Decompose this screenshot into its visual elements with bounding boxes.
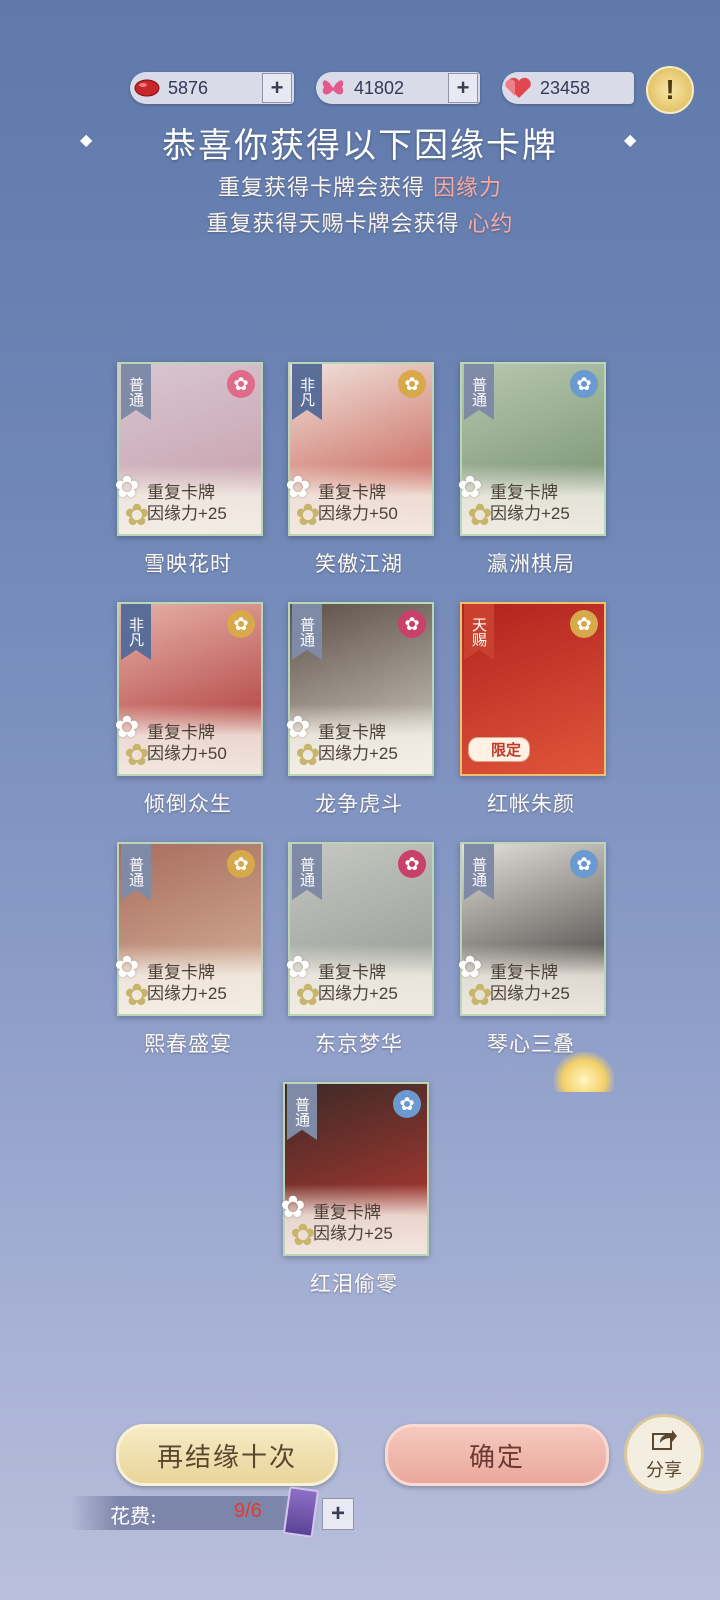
- subtitle-line-1: 重复获得卡牌会获得 因缘力: [217, 176, 503, 201]
- card-emblem-icon: ✿: [227, 370, 255, 398]
- card-name: 熙春盛宴: [144, 1032, 232, 1056]
- duplicate-info: 重复卡牌因缘力+25: [313, 1202, 393, 1244]
- duplicate-reward: 因缘力+25: [147, 504, 227, 523]
- duplicate-info: 重复卡牌因缘力+25: [318, 722, 398, 764]
- duplicate-info: 重复卡牌因缘力+50: [318, 482, 398, 524]
- duplicate-label: 重复卡牌: [147, 963, 215, 982]
- duplicate-label: 重复卡牌: [318, 483, 386, 502]
- gold-flower-icon: ✿: [295, 978, 321, 1013]
- duplicate-reward: 因缘力+25: [490, 504, 570, 523]
- card-emblem-icon: ✿: [398, 370, 426, 398]
- duplicate-reward: 因缘力+50: [318, 504, 398, 523]
- currency-red-gem: 5876 +: [130, 72, 294, 104]
- currency-value: 5876: [168, 77, 209, 98]
- duplicate-reward: 因缘力+25: [318, 984, 398, 1003]
- currency-heart: 23458: [502, 72, 634, 104]
- card-emblem-icon: ✿: [227, 610, 255, 638]
- gold-flower-icon: ✿: [124, 978, 150, 1013]
- add-currency-button[interactable]: +: [262, 73, 292, 103]
- share-icon: [650, 1427, 678, 1456]
- duplicate-reward: 因缘力+25: [318, 744, 398, 763]
- duplicate-info: 重复卡牌因缘力+50: [147, 722, 227, 764]
- duplicate-label: 重复卡牌: [490, 963, 558, 982]
- confirm-button[interactable]: 确定: [385, 1424, 609, 1486]
- card-name: 龙争虎斗: [315, 792, 403, 816]
- limited-tag: 限定: [468, 737, 531, 762]
- duplicate-info: 重复卡牌因缘力+25: [318, 962, 398, 1004]
- card-emblem-icon: ✿: [398, 850, 426, 878]
- cost-value: 9/6: [234, 1500, 262, 1522]
- gold-flower-icon: ✿: [124, 738, 150, 773]
- share-button[interactable]: 分享: [624, 1414, 704, 1494]
- currency-value: 23458: [540, 77, 591, 98]
- duplicate-label: 重复卡牌: [147, 483, 215, 502]
- info-button[interactable]: !: [646, 66, 694, 114]
- card-name: 红帐朱颜: [487, 792, 575, 816]
- card-emblem-icon: ✿: [398, 610, 426, 638]
- lotus-lantern-icon: [554, 1052, 614, 1092]
- card-name: 雪映花时: [144, 552, 232, 576]
- add-ticket-button[interactable]: +: [322, 1498, 354, 1530]
- card-name: 东京梦华: [315, 1032, 403, 1056]
- card-emblem-icon: ✿: [570, 370, 598, 398]
- duplicate-info: 重复卡牌因缘力+25: [490, 962, 570, 1004]
- duplicate-label: 重复卡牌: [490, 483, 558, 502]
- page-title: 恭喜你获得以下因缘卡牌: [162, 126, 558, 166]
- subtitle-line-2: 重复获得天赐卡牌会获得 心约: [206, 212, 514, 237]
- red-gem-icon: [130, 72, 164, 104]
- add-currency-button[interactable]: +: [448, 73, 478, 103]
- duplicate-info: 重复卡牌因缘力+25: [147, 962, 227, 1004]
- butterfly-icon: [316, 72, 350, 104]
- gold-flower-icon: ✿: [467, 498, 493, 533]
- currency-butterfly: 41802 +: [316, 72, 480, 104]
- duplicate-reward: 因缘力+25: [490, 984, 570, 1003]
- card-emblem-icon: ✿: [393, 1090, 421, 1118]
- duplicate-info: 重复卡牌因缘力+25: [147, 482, 227, 524]
- gold-flower-icon: ✿: [124, 498, 150, 533]
- duplicate-label: 重复卡牌: [318, 963, 386, 982]
- card-6[interactable]: 天赐 ✿ 限定: [460, 602, 606, 776]
- duplicate-reward: 因缘力+25: [313, 1224, 393, 1243]
- gold-flower-icon: ✿: [295, 738, 321, 773]
- cost-label: 花费:: [110, 1504, 157, 1528]
- duplicate-reward: 因缘力+50: [147, 744, 227, 763]
- duplicate-label: 重复卡牌: [313, 1203, 381, 1222]
- card-name: 红泪偷零: [310, 1272, 398, 1296]
- card-emblem-icon: ✿: [570, 610, 598, 638]
- heart-icon: [502, 72, 536, 104]
- duplicate-reward: 因缘力+25: [147, 984, 227, 1003]
- gold-flower-icon: ✿: [295, 498, 321, 533]
- duplicate-label: 重复卡牌: [318, 723, 386, 742]
- card-name: 笑傲江湖: [315, 552, 403, 576]
- cost-bar: [70, 1496, 320, 1530]
- duplicate-info: 重复卡牌因缘力+25: [490, 482, 570, 524]
- card-name: 倾倒众生: [144, 792, 232, 816]
- currency-value: 41802: [354, 77, 405, 98]
- card-name: 瀛洲棋局: [487, 552, 575, 576]
- gold-flower-icon: ✿: [290, 1218, 316, 1253]
- card-emblem-icon: ✿: [570, 850, 598, 878]
- ticket-icon: [282, 1486, 320, 1538]
- card-emblem-icon: ✿: [227, 850, 255, 878]
- duplicate-label: 重复卡牌: [147, 723, 215, 742]
- exclamation-icon: !: [665, 74, 675, 105]
- retry-ten-button[interactable]: 再结缘十次: [116, 1424, 338, 1486]
- gold-flower-icon: ✿: [467, 978, 493, 1013]
